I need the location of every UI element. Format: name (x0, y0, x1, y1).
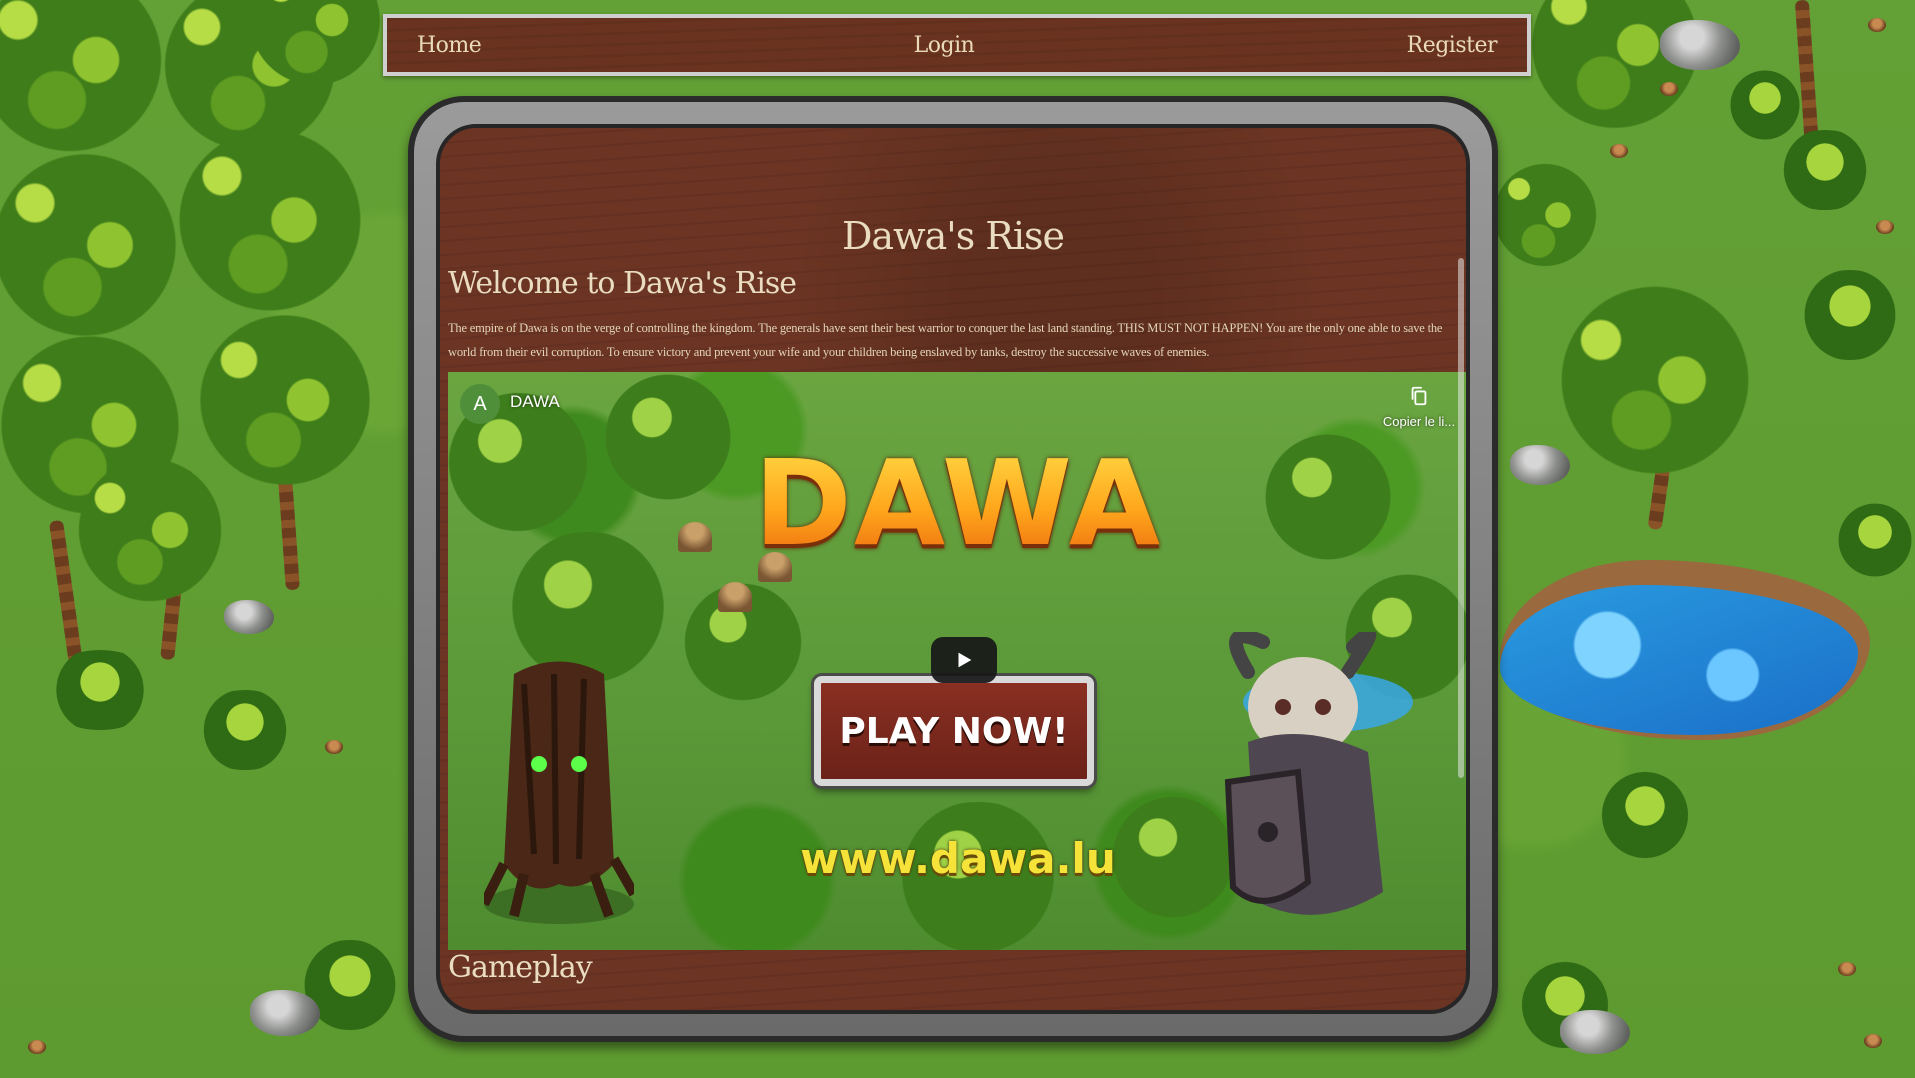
gameplay-heading: Gameplay (448, 950, 593, 985)
tree-stump (1660, 82, 1678, 96)
bush (40, 650, 160, 730)
pond-water (1500, 585, 1858, 735)
rock (224, 600, 274, 634)
page-title: Dawa's Rise (841, 214, 1065, 258)
tree-stump (1864, 1034, 1882, 1048)
tree-monster-character (484, 661, 634, 924)
rock (250, 990, 320, 1036)
website-url-text: www.dawa.lu (800, 834, 1116, 883)
palm-tree (50, 450, 250, 610)
copy-link-button[interactable]: Copier le li... (1374, 384, 1464, 429)
copy-link-label: Copier le li... (1382, 414, 1456, 429)
palm-tree (1480, 150, 1610, 280)
bush (190, 690, 300, 770)
palm-tree (150, 110, 390, 330)
bush (1790, 270, 1910, 360)
thumbnail-palm (1248, 432, 1408, 562)
horned-warrior-character (1224, 632, 1413, 915)
tree-stump (1610, 144, 1628, 158)
copy-icon (1411, 386, 1427, 406)
nav-home-link[interactable]: Home (417, 33, 482, 58)
tree-stump (1838, 962, 1856, 976)
tree-stump (1876, 220, 1894, 234)
welcome-heading: Welcome to Dawa's Rise (448, 266, 797, 301)
rock (1510, 445, 1570, 485)
video-play-button[interactable] (931, 637, 997, 683)
rock (1660, 20, 1740, 70)
bush (1720, 70, 1810, 140)
thumbnail-hut (678, 522, 712, 552)
stone-frame: Dawa's Rise Welcome to Dawa's Rise The e… (408, 96, 1498, 1042)
tree-stump (1868, 18, 1886, 32)
content-panel: Dawa's Rise Welcome to Dawa's Rise The e… (436, 124, 1470, 1014)
nav-register-link[interactable]: Register (1407, 33, 1498, 58)
bush (1830, 500, 1915, 580)
thumbnail-hut (718, 582, 752, 612)
intro-paragraph: The empire of Dawa is on the verge of co… (448, 321, 1443, 359)
play-now-banner: PLAY NOW! (814, 676, 1094, 786)
play-icon (958, 652, 972, 668)
channel-name[interactable]: DAWA (510, 392, 560, 412)
youtube-video-embed[interactable]: A DAWA Copier le li... DAWA PLAY NOW! ww… (448, 372, 1466, 950)
channel-avatar[interactable]: A (460, 384, 500, 424)
bush (1590, 770, 1700, 860)
rock (1560, 1010, 1630, 1054)
tree-stump (325, 740, 343, 754)
bush (1770, 130, 1880, 210)
scrollbar-thumb[interactable] (1458, 258, 1464, 778)
dawa-logo: DAWA (718, 434, 1198, 572)
top-nav: Home Login Register (383, 14, 1531, 76)
tree-stump (28, 1040, 46, 1054)
nav-login-link[interactable]: Login (914, 33, 975, 58)
